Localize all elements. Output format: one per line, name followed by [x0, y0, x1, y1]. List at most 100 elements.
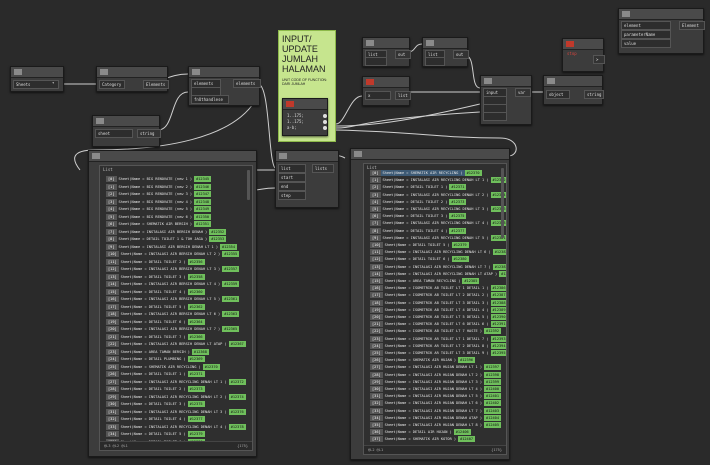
- x-input-port[interactable]: x: [365, 91, 391, 100]
- list-item[interactable]: [17] Sheet(Name = DETAIL TOILET 5 ) #12362: [106, 303, 205, 310]
- list-item[interactable]: [31] Sheet(Name = INSTALASI AIR HUJAN DEN…: [370, 393, 502, 400]
- watch-node-left[interactable]: List [0] Sheet(Name = BIG RENOVATE (new 1…: [88, 150, 257, 457]
- list-item[interactable]: [21] Sheet(Name = DETAIL TOILET 7 ) #12366: [106, 333, 205, 340]
- list-item[interactable]: [2] Sheet(Name = DETAIL TOILET 1 ) #12371: [370, 184, 467, 191]
- sheet-input-port[interactable]: sheet: [95, 129, 133, 138]
- var-output-port[interactable]: var: [515, 88, 531, 97]
- list-item[interactable]: [32] Sheet(Name = INSTALASI AIR HUJAN DEN…: [370, 400, 502, 407]
- list-item[interactable]: [16] Sheet(Name = INSTALASI AIR BERSIH DE…: [106, 296, 240, 302]
- element-id-badge[interactable]: #12356: [187, 258, 205, 265]
- element-id-badge[interactable]: #12407: [458, 436, 476, 443]
- element-id-badge[interactable]: #12392: [484, 328, 502, 335]
- element-id-badge[interactable]: #12366: [187, 333, 205, 340]
- elements-output-port[interactable]: Elements: [143, 80, 169, 89]
- element-id-badge[interactable]: #12384: [499, 270, 506, 277]
- list-item[interactable]: [23] Sheet(Name = ISOMETRIK AR TOILET LT …: [370, 335, 506, 342]
- list-item[interactable]: [6] Sheet(Name = SHEMATIK AIR BERSIH ) #12…: [106, 221, 212, 227]
- list-item[interactable]: [20] Sheet(Name = INSTALASI AIR BERSIH DE…: [106, 326, 240, 332]
- list-item[interactable]: [7] Sheet(Name = INSTALASI AIR RECYCLING …: [370, 220, 506, 227]
- element-id-badge[interactable]: #12393: [490, 335, 506, 342]
- element-id-badge[interactable]: #12386: [490, 285, 506, 292]
- scrollbar[interactable]: [501, 168, 504, 238]
- value-input-port[interactable]: value: [621, 39, 671, 48]
- list-item[interactable]: [36] Sheet(Name = DETAIL AIR HUJAN ) #1240…: [370, 429, 471, 436]
- element-id-badge[interactable]: #12388: [490, 299, 506, 306]
- element-id-badge[interactable]: #12367: [228, 341, 246, 347]
- list-item[interactable]: [33] Sheet(Name = INSTALASI AIR RECYCLING…: [106, 423, 246, 430]
- element-id-badge[interactable]: #12397: [484, 364, 502, 371]
- output-port[interactable]: out: [453, 50, 469, 59]
- element-id-badge[interactable]: #12357: [222, 266, 240, 272]
- elements-output-port[interactable]: elements: [233, 79, 261, 88]
- element-id-badge[interactable]: #12399: [484, 378, 502, 385]
- element-id-badge[interactable]: #12389: [490, 306, 506, 313]
- list-item[interactable]: [18] Sheet(Name = ISOMETRIK AB TOILET LT …: [370, 299, 506, 306]
- watch-list-left[interactable]: List [0] Sheet(Name = BIG RENOVATE (new 1…: [99, 165, 253, 451]
- list-item[interactable]: [22] Sheet(Name = INSTALASI AIR BERSIH DE…: [106, 341, 246, 347]
- element-id-badge[interactable]: #12360: [187, 288, 205, 295]
- element-id-badge[interactable]: #12349: [194, 206, 212, 212]
- dropdown-arrow-icon[interactable]: ▾: [52, 80, 54, 85]
- element-id-badge[interactable]: #12350: [194, 213, 212, 220]
- element-id-badge[interactable]: #12371: [187, 371, 205, 377]
- list-item[interactable]: [20] Sheet(Name = ISOMETRIK AB TOILET LT …: [370, 314, 506, 320]
- start-input-port[interactable]: start: [278, 173, 306, 182]
- list-item[interactable]: [24] Sheet(Name = DETAIL PLUMBING ) #12369: [106, 356, 205, 362]
- list-item[interactable]: [34] Sheet(Name = DETAIL TOILET 5 ) #12379: [106, 431, 205, 437]
- list-item[interactable]: [8] Sheet(Name = DETAIL TOILET 1 & TOH JA…: [106, 236, 227, 242]
- list-item[interactable]: [13] Sheet(Name = DETAIL TOILET 3 ) #12358: [106, 273, 205, 280]
- element-id-badge[interactable]: #12380: [451, 256, 469, 263]
- element-id-badge[interactable]: #12376: [228, 408, 246, 415]
- element-id-badge[interactable]: #12401: [484, 393, 502, 400]
- input-port-2[interactable]: [365, 57, 387, 66]
- string-output-port[interactable]: string: [584, 90, 604, 99]
- list-item[interactable]: [28] Sheet(Name = DETAIL TOILET 2 ) #12373: [106, 386, 205, 392]
- list-item[interactable]: [19] Sheet(Name = DETAIL TOILET 6 ) #12364: [106, 318, 205, 325]
- string-node[interactable]: sheet string: [92, 115, 161, 147]
- list-item[interactable]: [4] Sheet(Name = DETAIL TOILET 2 ) #12373: [370, 198, 467, 205]
- list-item[interactable]: [23] Sheet(Name = AREA TAMAN BERSIH ) #123…: [106, 348, 209, 355]
- element-id-badge[interactable]: #12358: [187, 273, 205, 280]
- element-id-badge[interactable]: #12406: [453, 429, 471, 436]
- element-id-badge[interactable]: #12395: [490, 350, 506, 356]
- list-item[interactable]: [27] Sheet(Name = INSTALASI AIR RECYCLING…: [106, 378, 246, 385]
- list-item[interactable]: [16] Sheet(Name = ISOMETRIK AB TOILET LT …: [370, 285, 506, 292]
- step-input-port[interactable]: step: [278, 191, 306, 200]
- element-id-badge[interactable]: #12385: [462, 278, 480, 284]
- element-id-badge[interactable]: #12402: [484, 400, 502, 407]
- element-id-badge[interactable]: #12375: [187, 401, 205, 407]
- element-id-badge[interactable]: #12382: [492, 249, 506, 256]
- list-item[interactable]: [33] Sheet(Name = INSTALASI AIR HUJAN DEN…: [370, 407, 502, 414]
- list-output-port[interactable]: list: [395, 91, 411, 100]
- output-port[interactable]: >: [593, 55, 605, 64]
- element-id-badge[interactable]: #12400: [484, 386, 502, 392]
- list-item[interactable]: [9] Sheet(Name = INSTALASI AIR RECYCLING …: [370, 234, 506, 241]
- list-item[interactable]: [5] Sheet(Name = INSTALASI AIR RECYCLING …: [370, 206, 506, 212]
- end-input-port[interactable]: end: [278, 182, 306, 191]
- list-item[interactable]: [14] Sheet(Name = INSTALASI AIR RECYCLING…: [370, 270, 506, 277]
- watch-node-right[interactable]: List [0] Sheet(Name = SHEMATIK AIR RECYCL…: [350, 148, 510, 460]
- filter-node[interactable]: elements fnUthandlese elements: [188, 66, 261, 106]
- list-input-port[interactable]: list: [278, 164, 306, 173]
- list-op-node-2[interactable]: list out: [422, 37, 469, 67]
- element-id-badge[interactable]: #12370: [464, 170, 482, 176]
- code-line-2[interactable]: 1..175;: [287, 119, 304, 124]
- element-id-badge[interactable]: #12373: [449, 198, 467, 205]
- list-item[interactable]: [22] Sheet(Name = ISOMETRIK AB TOILET LT …: [370, 328, 502, 335]
- list-item[interactable]: [29] Sheet(Name = INSTALASI AIR RECYCLING…: [106, 393, 246, 400]
- output-port-dot[interactable]: [323, 114, 327, 118]
- list-levels[interactable]: @L2 @L1: [368, 448, 383, 452]
- element-id-badge[interactable]: #12364: [187, 318, 205, 325]
- list-item[interactable]: [25] Sheet(Name = SHEMATIK AIR RECYCLING …: [106, 363, 220, 370]
- category-input-port[interactable]: Category: [99, 80, 125, 89]
- element-id-badge[interactable]: #12379: [187, 431, 205, 437]
- element-id-badge[interactable]: #12398: [484, 371, 502, 378]
- element-id-badge[interactable]: #12404: [484, 414, 502, 421]
- scrollbar[interactable]: [247, 170, 250, 200]
- list-item[interactable]: [14] Sheet(Name = INSTALASI AIR BERSIH DE…: [106, 281, 240, 287]
- code-line-3[interactable]: a-b;: [287, 125, 297, 130]
- element-id-badge[interactable]: #12381: [490, 234, 506, 241]
- element-id-badge[interactable]: #12352: [209, 228, 227, 235]
- element-id-badge[interactable]: #12355: [222, 251, 240, 257]
- list-item[interactable]: [30] Sheet(Name = INSTALASI AIR HUJAN DEN…: [370, 386, 502, 392]
